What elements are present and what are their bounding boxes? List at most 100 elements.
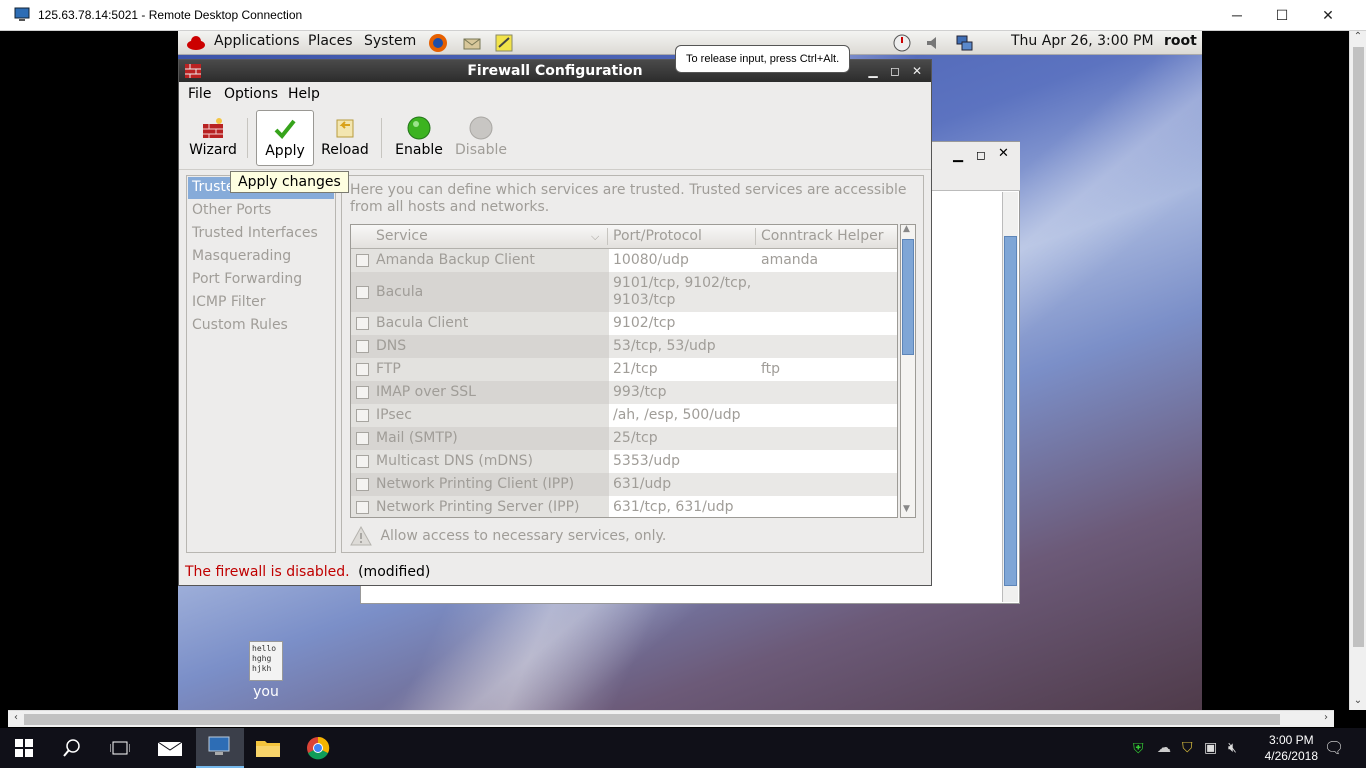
firewall-configuration-window[interactable]: Firewall Configuration ▁ ◻ ✕ File Option… bbox=[178, 59, 932, 586]
table-row[interactable]: Multicast DNS (mDNS) 5353/udp bbox=[351, 450, 897, 473]
table-row[interactable]: Amanda Backup Client 10080/udp amanda bbox=[351, 249, 897, 272]
service-checkbox[interactable] bbox=[356, 501, 369, 514]
table-row[interactable]: Mail (SMTP) 25/tcp bbox=[351, 427, 897, 450]
rdp-minimize-button[interactable]: ─ bbox=[1214, 0, 1260, 30]
security-warning-icon[interactable]: ⛉ bbox=[1182, 739, 1193, 756]
mail-icon bbox=[158, 741, 182, 756]
menu-places[interactable]: Places bbox=[308, 33, 353, 49]
scroll-thumb[interactable] bbox=[902, 239, 914, 355]
service-name: Amanda Backup Client bbox=[376, 252, 535, 268]
table-row[interactable]: FTP 21/tcp ftp bbox=[351, 358, 897, 381]
sidebar-item-masquerading[interactable]: Masquerading bbox=[192, 248, 291, 264]
rdp-close-button[interactable]: ✕ bbox=[1305, 0, 1351, 30]
firewall-toolbar: Wizard Apply Reload Enable Disable bbox=[179, 108, 931, 170]
disable-button[interactable]: Disable bbox=[453, 110, 509, 166]
service-checkbox[interactable] bbox=[356, 317, 369, 330]
scroll-left-icon[interactable]: ‹ bbox=[8, 712, 24, 723]
sidebar-item-custom-rules[interactable]: Custom Rules bbox=[192, 317, 288, 333]
scroll-down-icon[interactable]: ⌄ bbox=[1350, 695, 1366, 706]
mail-launcher-icon[interactable] bbox=[462, 33, 482, 53]
table-row[interactable]: Network Printing Server (IPP) 631/tcp, 63… bbox=[351, 496, 897, 517]
service-checkbox[interactable] bbox=[356, 340, 369, 353]
column-header-conntrack-helper[interactable]: Conntrack Helper bbox=[761, 228, 883, 244]
bg-close-icon[interactable]: ✕ bbox=[998, 146, 1009, 161]
service-checkbox[interactable] bbox=[356, 432, 369, 445]
panel-clock[interactable]: Thu Apr 26, 3:00 PM bbox=[1011, 33, 1154, 49]
table-row[interactable]: IMAP over SSL 993/tcp bbox=[351, 381, 897, 404]
scroll-thumb[interactable] bbox=[24, 714, 1280, 725]
taskbar-remote-desktop-app[interactable] bbox=[196, 728, 244, 768]
bg-minimize-icon[interactable]: ▁ bbox=[953, 148, 963, 163]
service-checkbox[interactable] bbox=[356, 363, 369, 376]
column-header-service[interactable]: Service bbox=[376, 228, 428, 244]
service-checkbox[interactable] bbox=[356, 409, 369, 422]
scroll-right-icon[interactable]: › bbox=[1318, 712, 1334, 723]
scroll-down-icon[interactable]: ▼ bbox=[903, 504, 910, 514]
power-manager-icon[interactable] bbox=[892, 33, 912, 53]
scroll-up-icon[interactable]: ▲ bbox=[903, 224, 910, 234]
taskbar-file-explorer[interactable] bbox=[244, 728, 292, 768]
sidebar-item-trusted-interfaces[interactable]: Trusted Interfaces bbox=[192, 225, 318, 241]
table-row[interactable]: Bacula 9101/tcp, 9102/tcp, 9103/tcp bbox=[351, 272, 897, 312]
service-checkbox[interactable] bbox=[356, 286, 369, 299]
volume-icon[interactable] bbox=[924, 33, 944, 53]
shield-icon[interactable]: ⛨ bbox=[1133, 740, 1144, 757]
service-port: 53/tcp, 53/udp bbox=[613, 338, 716, 354]
menu-options[interactable]: Options bbox=[224, 86, 278, 102]
taskbar-clock[interactable]: 3:00 PM 4/26/2018 bbox=[1265, 732, 1318, 764]
enable-button[interactable]: Enable bbox=[393, 110, 445, 166]
reload-button[interactable]: Reload bbox=[319, 110, 371, 166]
scroll-up-icon[interactable]: ⌃ bbox=[1350, 31, 1366, 42]
onedrive-icon[interactable]: ☁ bbox=[1157, 739, 1171, 756]
network-icon[interactable] bbox=[954, 33, 974, 53]
rdp-maximize-button[interactable]: ☐ bbox=[1259, 0, 1305, 30]
background-window-scrollbar[interactable] bbox=[1002, 192, 1018, 602]
service-port: 9102/tcp bbox=[613, 315, 676, 331]
rdp-horizontal-scrollbar[interactable]: ‹ › bbox=[8, 710, 1334, 727]
firefox-launcher-icon[interactable] bbox=[428, 33, 448, 53]
remote-desktop[interactable]: Applications Places System Thu Apr 26, 3… bbox=[178, 31, 1202, 710]
firewall-app-icon bbox=[185, 64, 201, 78]
menu-help[interactable]: Help bbox=[288, 86, 320, 102]
service-checkbox[interactable] bbox=[356, 386, 369, 399]
menu-system[interactable]: System bbox=[364, 33, 416, 49]
fw-minimize-button[interactable]: ▁ bbox=[862, 60, 884, 82]
table-row[interactable]: Network Printing Client (IPP) 631/udp bbox=[351, 473, 897, 496]
services-table[interactable]: Service ⌵ Port/Protocol Conntrack Helper… bbox=[350, 224, 898, 518]
table-row[interactable]: Bacula Client 9102/tcp bbox=[351, 312, 897, 335]
scroll-thumb[interactable] bbox=[1004, 236, 1017, 586]
rdp-vertical-scrollbar[interactable]: ⌃ ⌄ bbox=[1349, 31, 1366, 710]
wizard-icon bbox=[203, 118, 223, 138]
services-table-scrollbar[interactable]: ▲ ▼ bbox=[900, 224, 916, 518]
sidebar-item-trusted-services[interactable]: Truste bbox=[192, 179, 235, 195]
action-center-icon[interactable]: 🗨︎ bbox=[1324, 738, 1344, 758]
status-modified-text: (modified) bbox=[358, 564, 431, 580]
network-icon[interactable]: ▣ bbox=[1204, 739, 1217, 756]
sidebar-item-icmp-filter[interactable]: ICMP Filter bbox=[192, 294, 266, 310]
service-checkbox[interactable] bbox=[356, 254, 369, 267]
service-checkbox[interactable] bbox=[356, 455, 369, 468]
fw-close-button[interactable]: ✕ bbox=[906, 60, 928, 82]
sidebar-item-other-ports[interactable]: Other Ports bbox=[192, 202, 271, 218]
scroll-thumb[interactable] bbox=[1353, 47, 1364, 647]
sidebar-item-port-forwarding[interactable]: Port Forwarding bbox=[192, 271, 302, 287]
search-button[interactable] bbox=[48, 728, 96, 768]
volume-muted-icon[interactable]: 🔇︎ bbox=[1228, 739, 1237, 756]
column-divider bbox=[755, 228, 756, 245]
fw-maximize-button[interactable]: ◻ bbox=[884, 60, 906, 82]
wizard-button[interactable]: Wizard bbox=[187, 110, 239, 166]
bg-maximize-icon[interactable]: ◻ bbox=[976, 148, 986, 162]
column-header-port-protocol[interactable]: Port/Protocol bbox=[613, 228, 702, 244]
apply-button[interactable]: Apply bbox=[256, 110, 314, 166]
service-checkbox[interactable] bbox=[356, 478, 369, 491]
notes-launcher-icon[interactable] bbox=[494, 33, 514, 53]
menu-applications[interactable]: Applications bbox=[214, 33, 300, 49]
desktop-file-icon[interactable]: hello hghg hjkh you bbox=[246, 641, 286, 700]
menu-file[interactable]: File bbox=[188, 86, 211, 102]
table-row[interactable]: DNS 53/tcp, 53/udp bbox=[351, 335, 897, 358]
start-button[interactable] bbox=[0, 728, 48, 768]
taskbar-mail-app[interactable] bbox=[146, 728, 194, 768]
table-row[interactable]: IPsec/ah, /esp, 500/udp bbox=[351, 404, 897, 427]
taskbar-chrome[interactable] bbox=[294, 728, 342, 768]
task-view-button[interactable] bbox=[96, 728, 144, 768]
